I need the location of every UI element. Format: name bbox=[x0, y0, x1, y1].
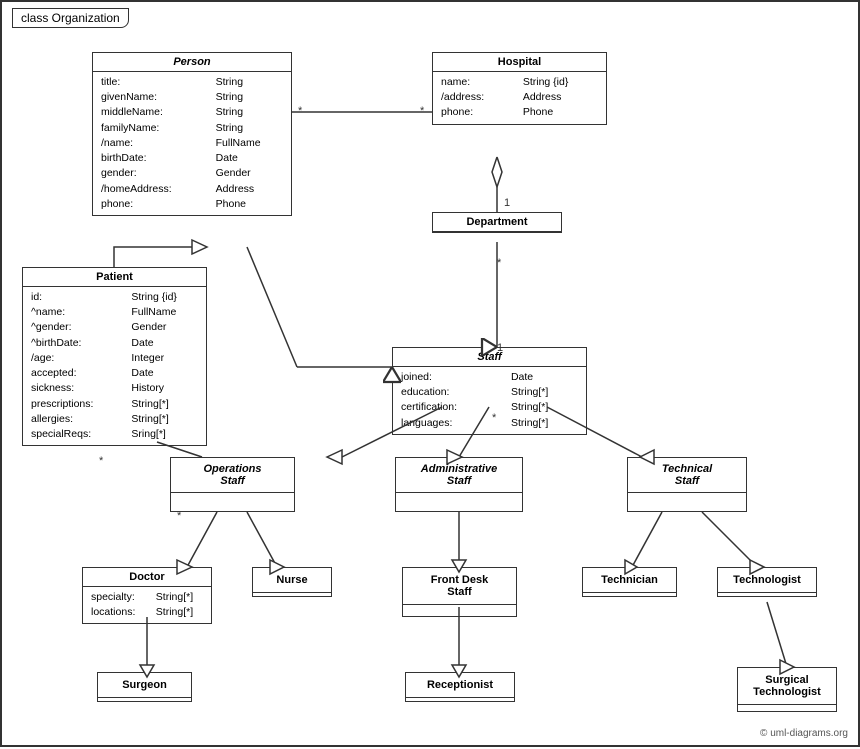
technologist-title: Technologist bbox=[718, 568, 816, 593]
diagram: class Organization Person title:String g… bbox=[0, 0, 860, 747]
nurse-title: Nurse bbox=[253, 568, 331, 593]
hospital-attrs: name:String {id} /address:Address phone:… bbox=[433, 72, 606, 124]
diagram-title: class Organization bbox=[12, 8, 129, 28]
staff-class: Staff joined:Date education:String[*] ce… bbox=[392, 347, 587, 435]
person-title: Person bbox=[93, 53, 291, 72]
multiplicity-staff-1: 1 bbox=[497, 342, 503, 354]
multiplicity-hospital-1: 1 bbox=[504, 197, 510, 209]
person-attrs: title:String givenName:String middleName… bbox=[93, 72, 291, 215]
department-class: Department bbox=[432, 212, 562, 233]
multiplicity-ops-star: * bbox=[177, 510, 181, 522]
surgical-technologist-title: SurgicalTechnologist bbox=[738, 668, 836, 705]
technical-staff-class: TechnicalStaff bbox=[627, 457, 747, 512]
nurse-class: Nurse bbox=[252, 567, 332, 597]
person-class: Person title:String givenName:String mid… bbox=[92, 52, 292, 216]
administrative-staff-class: AdministrativeStaff bbox=[395, 457, 523, 512]
multiplicity-hospital-person: * bbox=[420, 105, 424, 117]
hospital-title: Hospital bbox=[433, 53, 606, 72]
patient-attrs: id:String {id} ^name:FullName ^gender:Ge… bbox=[23, 287, 206, 445]
department-title: Department bbox=[433, 213, 561, 232]
patient-class: Patient id:String {id} ^name:FullName ^g… bbox=[22, 267, 207, 446]
patient-title: Patient bbox=[23, 268, 206, 287]
doctor-class: Doctor specialty:String[*] locations:Str… bbox=[82, 567, 212, 624]
surgeon-title: Surgeon bbox=[98, 673, 191, 698]
doctor-title: Doctor bbox=[83, 568, 211, 587]
technical-staff-title: TechnicalStaff bbox=[628, 458, 746, 493]
multiplicity-staff-star: * bbox=[492, 412, 496, 424]
receptionist-class: Receptionist bbox=[405, 672, 515, 702]
doctor-attrs: specialty:String[*] locations:String[*] bbox=[83, 587, 211, 623]
multiplicity-patient-star: * bbox=[99, 455, 103, 467]
technician-title: Technician bbox=[583, 568, 676, 593]
receptionist-title: Receptionist bbox=[406, 673, 514, 698]
technologist-class: Technologist bbox=[717, 567, 817, 597]
technician-class: Technician bbox=[582, 567, 677, 597]
hospital-class: Hospital name:String {id} /address:Addre… bbox=[432, 52, 607, 125]
front-desk-staff-class: Front DeskStaff bbox=[402, 567, 517, 617]
front-desk-title: Front DeskStaff bbox=[403, 568, 516, 605]
surgical-technologist-class: SurgicalTechnologist bbox=[737, 667, 837, 712]
staff-attrs: joined:Date education:String[*] certific… bbox=[393, 367, 586, 434]
multiplicity-department-star: * bbox=[497, 257, 501, 269]
operations-staff-class: OperationsStaff bbox=[170, 457, 295, 512]
staff-title: Staff bbox=[393, 348, 586, 367]
multiplicity-person-hospital: * bbox=[298, 105, 302, 117]
administrative-staff-title: AdministrativeStaff bbox=[396, 458, 522, 493]
operations-staff-title: OperationsStaff bbox=[171, 458, 294, 493]
surgeon-class: Surgeon bbox=[97, 672, 192, 702]
copyright: © uml-diagrams.org bbox=[760, 728, 848, 739]
